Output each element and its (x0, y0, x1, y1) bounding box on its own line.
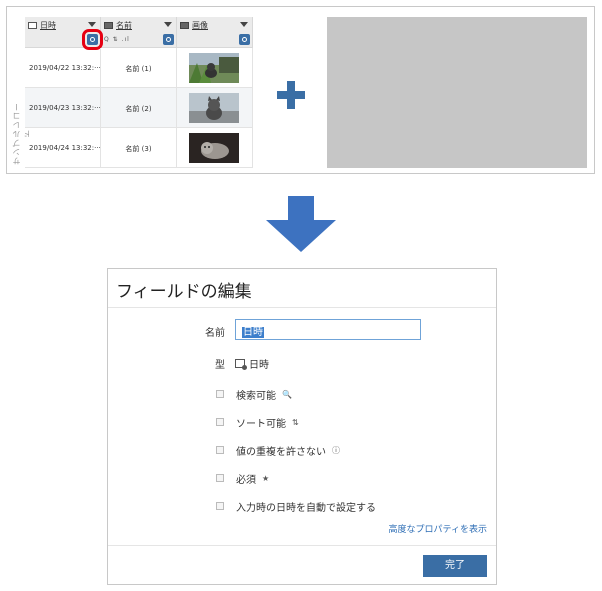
column-label-name: 名前 (116, 21, 132, 30)
name-cell: 名前 (2) (125, 105, 152, 113)
checkbox-required[interactable]: 必須 ★ (216, 471, 270, 486)
table-row[interactable]: 2019/04/23 13:32:··· 名前 (2) (25, 88, 253, 128)
date-cell: 2019/04/24 13:32:··· (29, 144, 101, 152)
text-field-icon (104, 22, 113, 29)
calendar-icon (28, 22, 37, 29)
field-settings-gear-icon[interactable] (82, 29, 103, 50)
type-value-text: 日時 (249, 360, 269, 371)
divider (108, 307, 496, 308)
date-cell: 2019/04/22 13:32:··· (29, 64, 101, 72)
checkbox-auto-datetime[interactable]: 入力時の日時を自動で設定する (216, 499, 376, 514)
cat-on-grass-thumbnail (189, 53, 239, 83)
sample-table-panel: サンプルレコード 日時 名前 Q ⇅ .ıl 画像 2019/04/22 13:… (6, 6, 595, 174)
show-advanced-properties-link[interactable]: 高度なプロパティを表示 (389, 522, 487, 535)
image-field-icon (180, 22, 189, 29)
checkbox-searchable[interactable]: 検索可能 🔍 (216, 387, 292, 402)
type-value: 日時 (235, 356, 269, 371)
down-arrow-icon (266, 196, 336, 252)
name-input[interactable]: 日時 (235, 319, 421, 340)
table-row[interactable]: 2019/04/24 13:32:··· 名前 (3) (25, 128, 253, 168)
chevron-down-icon[interactable] (164, 22, 172, 27)
column-header-name[interactable]: 名前 Q ⇅ .ıl (101, 17, 177, 47)
checkbox[interactable] (216, 502, 224, 510)
chevron-down-icon[interactable] (88, 22, 96, 27)
checkbox-label: 入力時の日時を自動で設定する (236, 502, 376, 514)
chevron-down-icon[interactable] (240, 22, 248, 27)
gear-icon[interactable] (239, 34, 250, 45)
empty-area (327, 17, 587, 168)
sort-icon: ⇅ (292, 417, 299, 427)
type-label: 型 (215, 360, 225, 371)
edit-field-dialog: フィールドの編集 名前 日時 型 日時 検索可能 🔍 ソート可能 ⇅ 値の重複を… (107, 268, 497, 585)
checkbox[interactable] (216, 474, 224, 482)
cat-lying-thumbnail (189, 133, 239, 163)
info-icon: ⓘ (332, 445, 340, 455)
table-header-row: 日時 名前 Q ⇅ .ıl 画像 (25, 17, 253, 50)
add-column-plus-icon[interactable] (277, 81, 305, 109)
name-cell: 名前 (3) (125, 145, 152, 153)
column-label-datetime: 日時 (40, 21, 56, 30)
vertical-record-label: サンプルレコード (12, 102, 32, 166)
search-icon: 🔍 (282, 389, 292, 399)
checkbox-label: 必須 (236, 474, 256, 486)
table-row[interactable]: 2019/04/22 13:32:··· 名前 (1) (25, 48, 253, 88)
search-sort-icons: Q ⇅ .ıl (104, 36, 130, 43)
name-input-value: 日時 (242, 327, 264, 338)
checkbox-unique[interactable]: 値の重複を許さない ⓘ (216, 443, 340, 458)
checkbox-label: ソート可能 (236, 418, 286, 430)
name-cell: 名前 (1) (125, 65, 152, 73)
checkbox-sortable[interactable]: ソート可能 ⇅ (216, 415, 299, 430)
gear-icon[interactable] (163, 34, 174, 45)
column-header-image[interactable]: 画像 (177, 17, 253, 47)
done-button[interactable]: 完了 (423, 555, 487, 577)
column-label-image: 画像 (192, 21, 208, 30)
calendar-clock-icon (235, 359, 247, 370)
checkbox-label: 検索可能 (236, 390, 276, 402)
kitten-thumbnail (189, 93, 239, 123)
checkbox-label: 値の重複を許さない (236, 446, 326, 458)
star-icon: ★ (262, 473, 270, 483)
date-cell: 2019/04/23 13:32:··· (29, 104, 101, 112)
checkbox[interactable] (216, 446, 224, 454)
divider (108, 545, 496, 546)
dialog-title: フィールドの編集 (116, 282, 252, 302)
checkbox[interactable] (216, 390, 224, 398)
name-label: 名前 (205, 328, 225, 339)
column-header-datetime[interactable]: 日時 (25, 17, 103, 50)
checkbox[interactable] (216, 418, 224, 426)
